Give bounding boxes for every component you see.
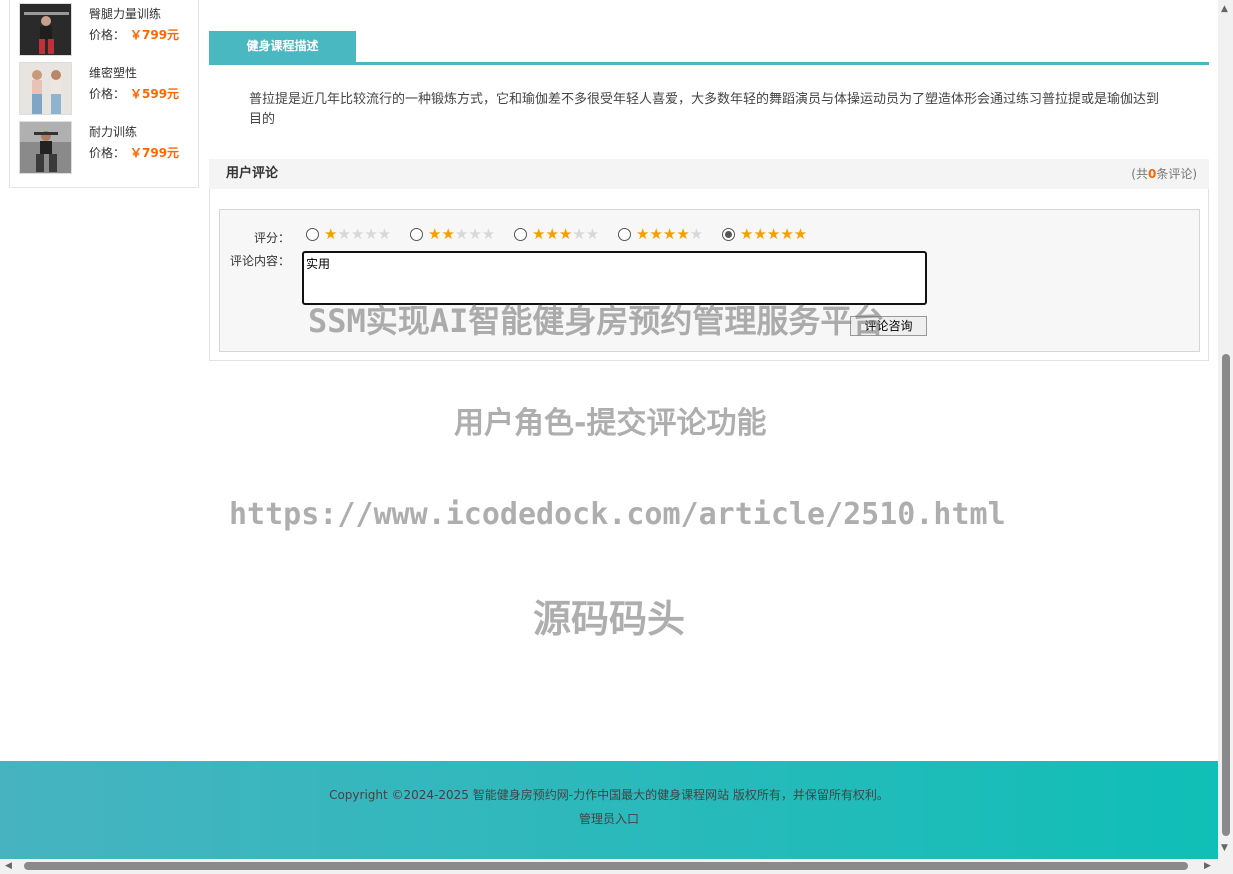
watermark-title: SSM实现AI智能健身房预约管理服务平台 bbox=[308, 302, 885, 340]
price-label: 价格： bbox=[89, 87, 126, 101]
watermark-url: https://www.icodedock.com/article/2510.h… bbox=[229, 497, 1006, 532]
star-rating-4-icon: ★★★★★ bbox=[636, 225, 704, 243]
count-prefix: (共 bbox=[1131, 167, 1148, 181]
price-label: 价格： bbox=[89, 28, 126, 42]
product-price: ￥799元 bbox=[130, 28, 180, 42]
product-name[interactable]: 耐力训练 bbox=[89, 123, 137, 140]
course-description-text: 普拉提是近几年比较流行的一种锻炼方式，它和瑜伽差不多很受年轻人喜爱，大多数年轻的… bbox=[249, 92, 1160, 127]
copyright-text: Copyright ©2024-2025 智能健身房预约网-力作中国最大的健身课… bbox=[329, 788, 889, 802]
scroll-right-icon[interactable]: ▶ bbox=[1204, 861, 1211, 871]
star-rating-5-icon: ★★★★★ bbox=[740, 225, 808, 243]
product-thumbnail[interactable] bbox=[19, 121, 72, 174]
rating-radio-2[interactable] bbox=[410, 228, 423, 241]
product-name[interactable]: 臀腿力量训练 bbox=[89, 5, 161, 22]
product-thumbnail[interactable] bbox=[19, 3, 72, 56]
scroll-left-icon[interactable]: ◀ bbox=[5, 861, 12, 871]
star-rating-2-icon: ★★★★★ bbox=[428, 225, 496, 243]
vertical-scroll-thumb[interactable] bbox=[1222, 354, 1230, 836]
reviews-count: (共0条评论) bbox=[1131, 159, 1197, 189]
star-rating-3-icon: ★★★★★ bbox=[532, 225, 600, 243]
reviews-title: 用户评论 bbox=[226, 166, 279, 181]
rating-radio-3[interactable] bbox=[514, 228, 527, 241]
product-price: ￥599元 bbox=[130, 87, 180, 101]
content-label: 评论内容： bbox=[229, 254, 290, 268]
scroll-up-icon[interactable]: ▲ bbox=[1221, 4, 1228, 14]
rating-radio-5[interactable] bbox=[722, 228, 735, 241]
product-price: ￥799元 bbox=[130, 146, 180, 160]
product-item[interactable]: 臀腿力量训练 价格： ￥799元 bbox=[19, 3, 194, 58]
related-products-panel: 臀腿力量训练 价格： ￥799元 维密塑性 价格： ￥599元 耐力训练 价格：… bbox=[9, 0, 199, 188]
horizontal-scroll-thumb[interactable] bbox=[24, 862, 1188, 870]
vertical-scrollbar[interactable]: ▲ ▼ bbox=[1218, 0, 1233, 859]
horizontal-scrollbar[interactable]: ◀ ▶ bbox=[0, 859, 1218, 874]
rating-radio-4[interactable] bbox=[618, 228, 631, 241]
product-name[interactable]: 维密塑性 bbox=[89, 64, 137, 81]
scroll-down-icon[interactable]: ▼ bbox=[1221, 843, 1228, 853]
star-rating-1-icon: ★★★★★ bbox=[324, 225, 392, 243]
description-tab-bar: 健身课程描述 bbox=[209, 31, 1209, 65]
price-label: 价格： bbox=[89, 146, 126, 160]
watermark-subtitle: 用户角色-提交评论功能 bbox=[454, 406, 767, 441]
watermark-brand: 源码码头 bbox=[533, 597, 686, 641]
page-footer: Copyright ©2024-2025 智能健身房预约网-力作中国最大的健身课… bbox=[0, 761, 1218, 859]
product-thumbnail[interactable] bbox=[19, 62, 72, 115]
admin-entry-link[interactable]: 管理员入口 bbox=[0, 810, 1218, 827]
product-item[interactable]: 耐力训练 价格： ￥799元 bbox=[19, 121, 194, 176]
scrollbar-corner bbox=[1218, 859, 1233, 874]
rating-radio-1[interactable] bbox=[306, 228, 319, 241]
rating-label: 评分： bbox=[253, 231, 290, 245]
reviews-header: 用户评论 (共0条评论) bbox=[209, 159, 1209, 189]
count-suffix: 条评论) bbox=[1156, 167, 1197, 181]
tab-course-description[interactable]: 健身课程描述 bbox=[209, 31, 356, 62]
product-item[interactable]: 维密塑性 价格： ￥599元 bbox=[19, 62, 194, 117]
